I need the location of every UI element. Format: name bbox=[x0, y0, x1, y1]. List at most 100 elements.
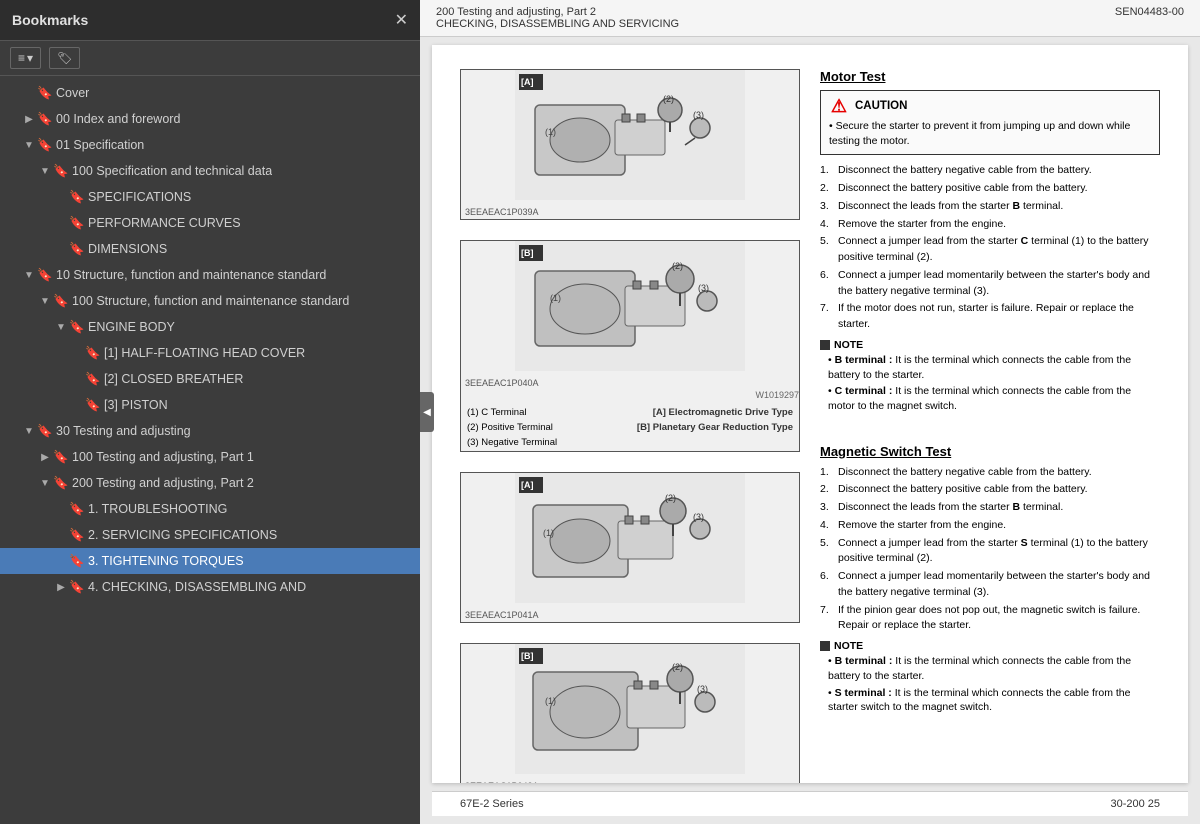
view-options-button[interactable]: ≡ ▾ bbox=[10, 47, 41, 69]
sidebar-item-dimensions[interactable]: 🔖 DIMENSIONS bbox=[0, 236, 420, 262]
tag-button[interactable]: 🏷 bbox=[49, 47, 80, 69]
expand-icon: ▼ bbox=[38, 296, 52, 307]
bookmark-icon: 🔖 bbox=[86, 398, 100, 413]
caption-label: (3) Negative Terminal bbox=[463, 436, 587, 449]
close-sidebar-button[interactable]: ✕ bbox=[395, 10, 408, 30]
bookmark-icon: 🔖 bbox=[86, 346, 100, 361]
list-item: 4.Remove the starter from the engine. bbox=[820, 217, 1160, 233]
svg-text:(2): (2) bbox=[665, 493, 676, 503]
svg-text:(1): (1) bbox=[545, 127, 556, 137]
sidebar-item-100-testing-p1[interactable]: ▶ 🔖 100 Testing and adjusting, Part 1 bbox=[0, 444, 420, 470]
motor-note-box: NOTE • B terminal : It is the terminal w… bbox=[820, 339, 1160, 414]
bookmark-icon: 🔖 bbox=[54, 164, 68, 179]
bookmark-icon: 🔖 bbox=[38, 112, 52, 127]
list-item: 2.Disconnect the battery positive cable … bbox=[820, 482, 1160, 498]
sidebar-item-label: 100 Specification and technical data bbox=[72, 164, 272, 178]
expand-icon: ▼ bbox=[54, 322, 68, 333]
sidebar-item-10-structure[interactable]: ▼ 🔖 10 Structure, function and maintenan… bbox=[0, 262, 420, 288]
footer-series: 67E-2 Series bbox=[460, 798, 524, 810]
list-item: 1.Disconnect the battery negative cable … bbox=[820, 163, 1160, 179]
magnetic-note-box: NOTE • B terminal : It is the terminal w… bbox=[820, 640, 1160, 715]
sidebar-title: Bookmarks bbox=[12, 12, 88, 28]
sidebar-item-specifications[interactable]: 🔖 SPECIFICATIONS bbox=[0, 184, 420, 210]
diagram-B-motor: [B] (2) (3) (1) 3EEAEAC1P0 bbox=[460, 240, 800, 452]
list-item: 1.Disconnect the battery negative cable … bbox=[820, 465, 1160, 481]
motor-test-title: Motor Test bbox=[820, 69, 1160, 84]
bookmark-icon: 🔖 bbox=[70, 580, 84, 595]
header-title-line2: CHECKING, DISASSEMBLING AND SERVICING bbox=[436, 18, 679, 30]
caption-label: (2) Positive Terminal bbox=[463, 421, 587, 434]
diagram-column: [A] (2) (3) bbox=[460, 69, 800, 783]
main-content: 200 Testing and adjusting, Part 2 CHECKI… bbox=[420, 0, 1200, 824]
sidebar-item-label: SPECIFICATIONS bbox=[88, 190, 191, 204]
expand-icon: ▼ bbox=[38, 166, 52, 177]
doc-header: 200 Testing and adjusting, Part 2 CHECKI… bbox=[420, 0, 1200, 37]
sidebar-item-tightening-torques[interactable]: 🔖 3. TIGHTENING TORQUES bbox=[0, 548, 420, 574]
svg-text:[A]: [A] bbox=[521, 480, 534, 490]
bookmark-icon: 🔖 bbox=[70, 554, 84, 569]
sidebar-item-performance[interactable]: 🔖 PERFORMANCE CURVES bbox=[0, 210, 420, 236]
text-column: Motor Test ⚠ CAUTION • Secure the starte… bbox=[820, 69, 1160, 783]
list-item: 3.Disconnect the leads from the starter … bbox=[820, 500, 1160, 516]
sidebar-item-label: [1] HALF-FLOATING HEAD COVER bbox=[104, 346, 305, 360]
header-left: 200 Testing and adjusting, Part 2 CHECKI… bbox=[436, 6, 679, 30]
sidebar-item-half-floating[interactable]: 🔖 [1] HALF-FLOATING HEAD COVER bbox=[0, 340, 420, 366]
sidebar-item-100-spec[interactable]: ▼ 🔖 100 Specification and technical data bbox=[0, 158, 420, 184]
svg-text:(3): (3) bbox=[693, 110, 704, 120]
svg-text:(2): (2) bbox=[672, 261, 683, 271]
sidebar-item-cover[interactable]: 🔖 Cover bbox=[0, 80, 420, 106]
list-item: 7.If the motor does not run, starter is … bbox=[820, 301, 1160, 333]
caution-triangle-icon: ⚠ bbox=[829, 97, 849, 115]
sidebar-item-checking-disassembling[interactable]: ▶ 🔖 4. CHECKING, DISASSEMBLING AND bbox=[0, 574, 420, 600]
diagram-c-id: 3EEAEAC1P041A bbox=[461, 608, 799, 622]
list-item: 2.Disconnect the battery positive cable … bbox=[820, 181, 1160, 197]
doc-footer: 67E-2 Series 30-200 25 bbox=[432, 791, 1188, 816]
magnetic-test-title: Magnetic Switch Test bbox=[820, 444, 1160, 459]
sidebar-item-troubleshooting[interactable]: 🔖 1. TROUBLESHOOTING bbox=[0, 496, 420, 522]
note-bullet-2: • S terminal : It is the terminal which … bbox=[820, 686, 1160, 715]
caption-type-b: [B] Planetary Gear Reduction Type bbox=[589, 421, 797, 434]
caption-table-motor: (1) C Terminal [A] Electromagnetic Drive… bbox=[461, 404, 799, 451]
expand-icon: ▼ bbox=[38, 478, 52, 489]
caution-box: ⚠ CAUTION • Secure the starter to preven… bbox=[820, 90, 1160, 155]
expand-icon: ▶ bbox=[22, 114, 36, 125]
sidebar-item-01-spec[interactable]: ▼ 🔖 01 Specification bbox=[0, 132, 420, 158]
note-square-icon bbox=[820, 340, 830, 350]
sidebar-item-servicing-specs[interactable]: 🔖 2. SERVICING SPECIFICATIONS bbox=[0, 522, 420, 548]
bookmark-icon: 🔖 bbox=[54, 450, 68, 465]
bookmark-icon: 🔖 bbox=[70, 528, 84, 543]
collapse-sidebar-button[interactable]: ◀ bbox=[420, 392, 434, 432]
diagram-D-magnetic: [B] (2) (3) (1) 3EEAEAC1P042A bbox=[460, 643, 800, 783]
sidebar-item-piston[interactable]: 🔖 [3] PISTON bbox=[0, 392, 420, 418]
expand-icon: ▼ bbox=[22, 426, 36, 437]
sidebar-item-100-structure[interactable]: ▼ 🔖 100 Structure, function and maintena… bbox=[0, 288, 420, 314]
sidebar-item-closed-breather[interactable]: 🔖 [2] CLOSED BREATHER bbox=[0, 366, 420, 392]
svg-text:(1): (1) bbox=[545, 696, 556, 706]
diagram-A-motor: [A] (2) (3) bbox=[460, 69, 800, 220]
list-item: 7.If the pinion gear does not pop out, t… bbox=[820, 603, 1160, 635]
sidebar-toolbar: ≡ ▾ 🏷 bbox=[0, 41, 420, 76]
bookmark-icon: 🔖 bbox=[38, 138, 52, 153]
bookmark-icon: 🔖 bbox=[70, 242, 84, 257]
dropdown-icon: ▾ bbox=[27, 51, 33, 65]
list-item: 5.Connect a jumper lead from the starter… bbox=[820, 234, 1160, 266]
svg-text:(3): (3) bbox=[698, 283, 709, 293]
sidebar-item-200-testing-p2[interactable]: ▼ 🔖 200 Testing and adjusting, Part 2 bbox=[0, 470, 420, 496]
caution-title: CAUTION bbox=[855, 100, 907, 112]
caution-text: • Secure the starter to prevent it from … bbox=[829, 119, 1151, 148]
note-bullet-1: • B terminal : It is the terminal which … bbox=[820, 654, 1160, 683]
sidebar: Bookmarks ✕ ≡ ▾ 🏷 🔖 Cover ▶ 🔖 00 Index a… bbox=[0, 0, 420, 824]
sidebar-item-engine-body[interactable]: ▼ 🔖 ENGINE BODY bbox=[0, 314, 420, 340]
list-item: 5.Connect a jumper lead from the starter… bbox=[820, 536, 1160, 568]
sidebar-item-label: [3] PISTON bbox=[104, 398, 168, 412]
sidebar-item-label: 10 Structure, function and maintenance s… bbox=[56, 268, 326, 282]
sidebar-header: Bookmarks ✕ bbox=[0, 0, 420, 41]
sidebar-item-00-index[interactable]: ▶ 🔖 00 Index and foreword bbox=[0, 106, 420, 132]
sidebar-item-30-testing[interactable]: ▼ 🔖 30 Testing and adjusting bbox=[0, 418, 420, 444]
sidebar-item-label: ENGINE BODY bbox=[88, 320, 175, 334]
note-bullet-2: • C terminal : It is the terminal which … bbox=[820, 384, 1160, 413]
doc-page: [A] (2) (3) bbox=[432, 45, 1188, 783]
diagram-a-id: 3EEAEAC1P039A bbox=[461, 205, 799, 219]
bookmark-icon: 🔖 bbox=[38, 424, 52, 439]
bookmark-icon: 🔖 bbox=[38, 268, 52, 283]
